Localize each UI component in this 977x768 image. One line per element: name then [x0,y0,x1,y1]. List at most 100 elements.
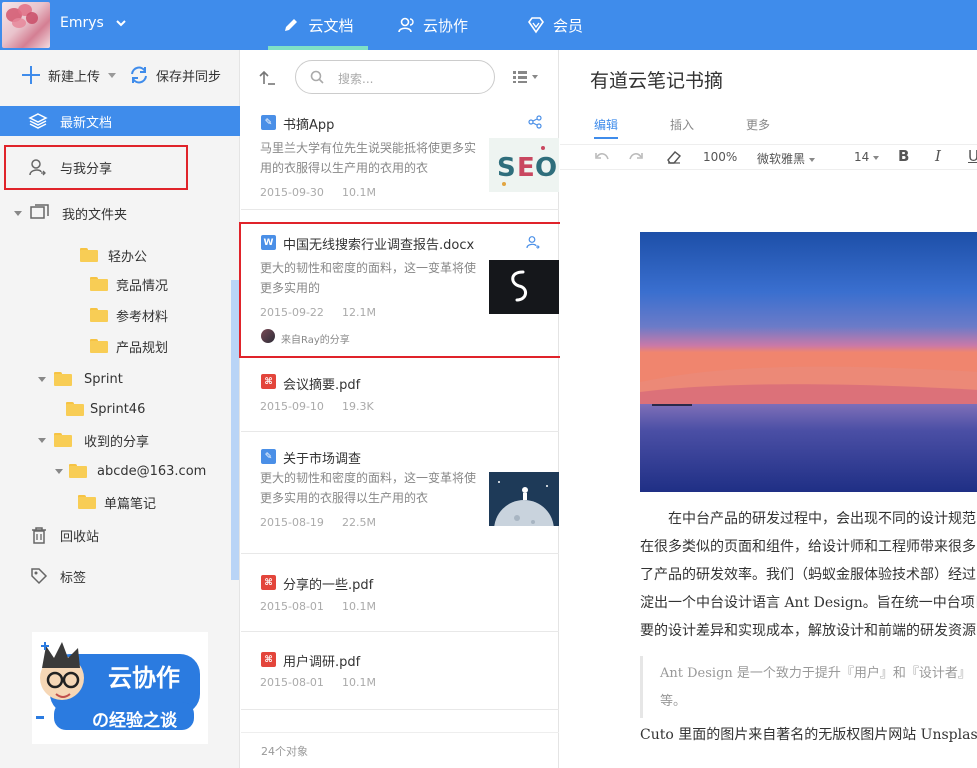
username[interactable]: Emrys [60,15,104,31]
tab-more[interactable]: 更多 [746,116,770,133]
list-item[interactable]: ⌘ 分享的一些.pdf 2015-08-01 10.1M [241,554,559,632]
tab-insert[interactable]: 插入 [670,116,694,133]
list-item[interactable]: ✎ 关于市场调查 更大的韧性和密度的面料，这一变革将使更多实用的衣服得以生产用的… [241,432,559,554]
folder-icon [80,248,98,262]
folder-item[interactable]: 竞品情况 [0,269,240,299]
folder-label: abcde@163.com [97,463,207,479]
undo-icon[interactable] [594,151,610,163]
doc-title: 书摘App [283,118,335,133]
sunset-sea-image [640,232,977,492]
vip-diamond-icon [528,17,544,34]
doc-size: 10.1M [342,676,376,689]
folder-item[interactable]: abcde@163.com [0,456,240,486]
folder-item[interactable]: 产品规划 [0,331,240,361]
document-list-pane: 搜索... ✎ 书摘App 马里兰大学有位先生说哭能抵将使更多实用的衣服得以生产… [239,50,563,768]
chevron-down-icon[interactable] [114,16,128,30]
bold-button[interactable]: B [898,147,909,165]
page-title[interactable]: 有道云笔记书摘 [590,66,723,93]
avatar[interactable] [2,2,50,48]
doc-snippet: 马里兰大学有位先生说哭能抵将使更多实用的衣服得以生产用的衣用的衣 [260,141,477,175]
pdf-file-icon: ⌘ [261,575,276,590]
sidebar-scrollbar[interactable] [231,280,239,580]
sidebar-item-my-folders[interactable]: 我的文件夹 [0,198,240,228]
doc-date: 2015-09-10 [260,400,324,413]
save-sync-button[interactable]: 保存并同步 [128,64,221,86]
moon-thumbnail [489,472,559,526]
promo-banner[interactable]: 云协作 の经验之谈 [32,632,208,744]
folder-item[interactable]: 单篇笔记 [0,487,240,517]
list-item[interactable]: ⌘ 用户调研.pdf 2015-08-01 10.1M [241,632,559,710]
doc-date: 2015-09-22 [260,306,324,319]
sidebar-item-recent[interactable]: 最新文档 [0,106,240,136]
svg-text:S: S [497,153,516,183]
pdf-file-icon: ⌘ [261,374,276,389]
folder-item[interactable]: 收到的分享 [0,425,240,455]
user-share-icon[interactable] [526,235,540,249]
doc-size: 10.1M [342,186,376,199]
folder-label: 单篇笔记 [104,496,157,512]
folder-icon [69,464,87,478]
svg-text:O: O [535,153,557,183]
paragraph-line: 在很多类似的页面和组件，给设计师和工程师带来很多 [640,539,976,555]
new-upload-button[interactable]: 新建上传 [20,64,117,86]
folder-item[interactable]: 参考材料 [0,300,240,330]
layers-icon [28,113,48,129]
doc-date: 2015-08-01 [260,600,324,613]
underline-button[interactable]: U [968,147,977,165]
list-item[interactable]: ✎ 书摘App 马里兰大学有位先生说哭能抵将使更多实用的衣服得以生产用的衣用的衣… [241,106,559,210]
editor-pane: 有道云笔记书摘 编辑 插入 更多 100% 微软雅黑 14 B I U 在中台产… [560,50,977,768]
search-input[interactable]: 搜索... [295,60,495,94]
blockquote[interactable]: Ant Design 是一个致力于提升『用户』和『设计者』 等。 [640,656,977,718]
upload-arrow-icon[interactable] [259,68,277,86]
font-size-select[interactable]: 14 [854,150,880,164]
paragraph-line[interactable]: Cuto 里面的图片来自著名的无版权图片网站 Unsplash， [640,721,977,750]
folder-label: Sprint [84,371,123,387]
tag-icon [31,568,48,585]
expand-arrow-icon [55,468,63,474]
share-icon[interactable] [528,115,542,129]
editor-tabs: 编辑 插入 更多 [560,106,977,144]
folder-item[interactable]: Sprint46 [0,394,240,424]
folder-label: 收到的分享 [84,434,150,450]
doc-title: 分享的一些.pdf [283,578,374,593]
zoom-select[interactable]: 100% [703,150,737,164]
folder-icon [66,402,84,416]
doc-snippet: 更大的韧性和密度的面料，这一变革将使更多实用的衣服得以生产用的衣 [260,471,477,505]
sidebar-item-shared-with-me[interactable]: 与我分享 [0,152,240,182]
folder-label: 轻办公 [108,249,148,265]
tab-label: 云文档 [308,16,354,35]
italic-button[interactable]: I [935,147,941,165]
doc-size: 12.1M [342,306,376,319]
trash-icon [32,527,46,544]
redo-icon[interactable] [628,151,644,163]
format-toolbar: 100% 微软雅黑 14 B I U [560,144,977,170]
tab-cloud-collab[interactable]: 云协作 [397,0,468,50]
quote-line: Ant Design 是一个致力于提升『用户』和『设计者』 [660,666,971,681]
tab-cloud-docs[interactable]: 云文档 [268,0,368,50]
chevron-down-icon [532,75,538,79]
doc-size: 22.5M [342,516,376,529]
folder-item[interactable]: 轻办公 [0,240,240,270]
view-toggle[interactable] [513,71,538,83]
font-family-select[interactable]: 微软雅黑 [757,150,815,167]
list-item[interactable]: W 中国无线搜索行业调查报告.docx 更大的韧性和密度的面料，这一变革将使更多… [241,224,559,358]
paragraph-line: 淀出一个中台设计语言 Ant Design。旨在统一中台项目 [640,595,977,611]
doc-title: 用户调研.pdf [283,655,361,670]
expand-arrow-icon [14,210,22,216]
folder-icon [90,308,108,322]
folder-item[interactable]: Sprint [0,364,240,394]
list-item[interactable]: ⌘ 会议摘要.pdf 2015-09-10 19.3K [241,358,559,432]
folder-label: Sprint46 [90,401,146,417]
eraser-icon[interactable] [666,150,682,164]
dark-s-thumbnail [489,260,559,314]
sidebar-item-label: 我的文件夹 [62,207,128,223]
doc-date: 2015-08-01 [260,676,324,689]
sidebar-item-recycle[interactable]: 回收站 [0,520,240,550]
object-count: 24个对象 [261,745,308,758]
tab-edit[interactable]: 编辑 [594,116,619,139]
sidebar-item-tags[interactable]: 标签 [0,561,240,591]
tab-vip[interactable]: 会员 [527,0,583,50]
folder-icon [54,372,72,386]
pdf-file-icon: ⌘ [261,652,276,667]
folder-icon [90,339,108,353]
